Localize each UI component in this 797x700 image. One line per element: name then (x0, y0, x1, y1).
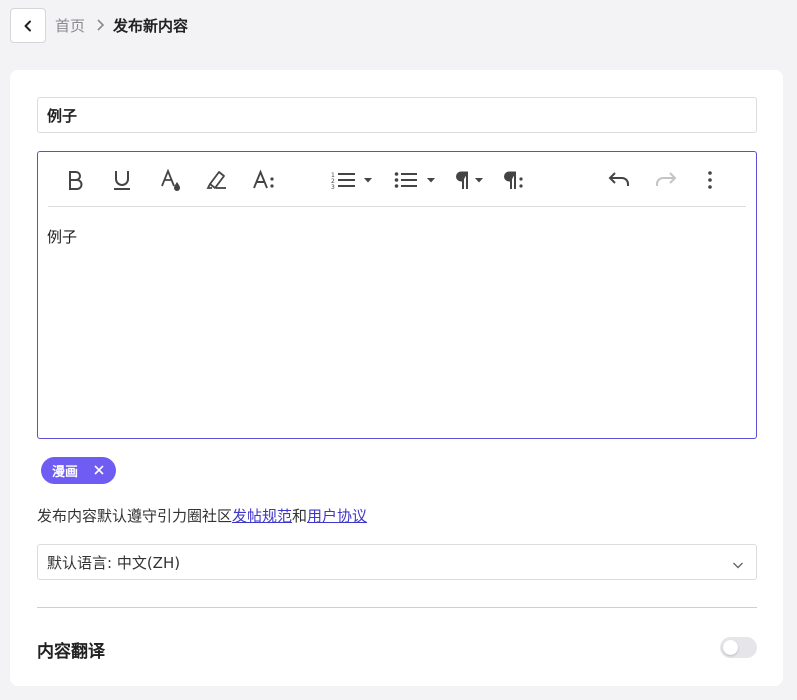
tag-chip: 漫画 (41, 457, 116, 484)
breadcrumb-home[interactable]: 首页 (55, 15, 85, 36)
redo-icon (656, 172, 677, 186)
editor-content[interactable]: 例子 (47, 226, 737, 426)
notice-conjunction: 和 (292, 507, 308, 525)
paragraph-format-icon (504, 171, 523, 189)
chevron-right-icon (95, 17, 105, 36)
back-button[interactable] (10, 8, 46, 43)
chevron-left-icon (24, 20, 31, 31)
caret-down-icon (475, 178, 483, 183)
ordered-list-button[interactable]: 1 2 3 (331, 167, 373, 193)
bold-button[interactable] (64, 167, 86, 193)
paragraph-format-button[interactable] (503, 167, 525, 193)
user-agreement-link[interactable]: 用户协议 (307, 507, 367, 525)
highlight-button[interactable] (204, 167, 228, 193)
language-select[interactable]: 默认语言: 中文(ZH) (37, 544, 757, 580)
font-size-icon (253, 169, 274, 189)
bullet-list-icon (394, 172, 417, 188)
translation-label: 内容翻译 (37, 642, 105, 662)
language-select-value: 默认语言: 中文(ZH) (47, 553, 181, 572)
underline-button[interactable] (111, 167, 133, 193)
undo-icon (608, 172, 629, 186)
redo-button[interactable] (654, 167, 678, 193)
community-notice: 发布内容默认遵守引力圈社区发帖规范和用户协议 (37, 505, 367, 526)
text-color-icon (161, 168, 180, 191)
toggle-knob (723, 640, 738, 655)
more-icon (708, 171, 712, 189)
section-divider (37, 607, 757, 608)
close-icon[interactable] (93, 464, 105, 480)
ordered-list-icon: 1 2 3 (331, 172, 355, 191)
notice-text: 发布内容默认遵守引力圈社区 (37, 507, 233, 525)
tag-label: 漫画 (52, 465, 79, 480)
paragraph-icon (456, 171, 468, 189)
highlight-icon (206, 171, 226, 189)
bullet-list-button[interactable] (394, 167, 436, 193)
undo-button[interactable] (607, 167, 631, 193)
posting-rules-link[interactable]: 发帖规范 (232, 507, 292, 525)
svg-text:3: 3 (331, 184, 335, 191)
font-size-button[interactable] (252, 167, 276, 193)
paragraph-button[interactable] (454, 167, 484, 193)
rich-text-editor[interactable]: 1 2 3 例子 (37, 151, 757, 439)
editor-toolbar: 1 2 3 (48, 152, 746, 207)
bold-icon (69, 171, 83, 190)
top-bar: 首页 发布新内容 (0, 0, 797, 50)
text-color-button[interactable] (158, 167, 182, 193)
caret-down-icon (427, 178, 435, 183)
page-title: 发布新内容 (113, 17, 189, 35)
underline-icon (114, 171, 130, 190)
caret-down-icon (364, 178, 372, 183)
translation-toggle[interactable] (720, 637, 757, 658)
chevron-down-icon (732, 557, 744, 575)
title-input[interactable] (37, 97, 757, 133)
post-form-card: 1 2 3 (10, 70, 783, 686)
more-options-button[interactable] (706, 167, 714, 193)
